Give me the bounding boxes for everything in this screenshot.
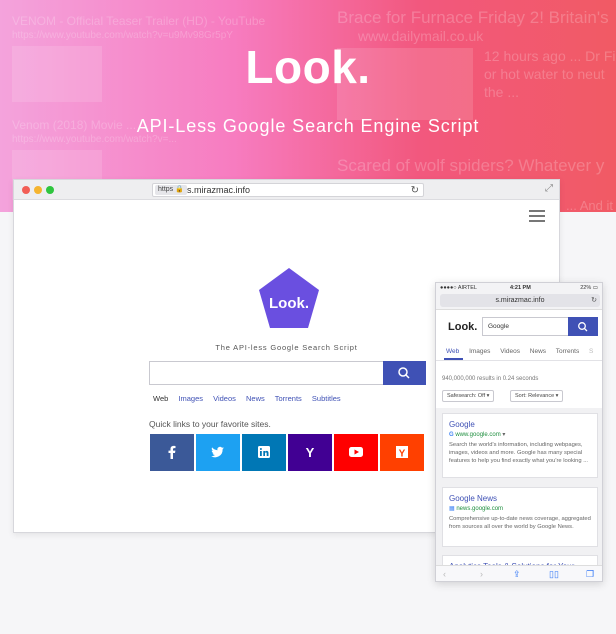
tab-images[interactable]: Images <box>178 394 203 403</box>
search-tabs: Web Images Videos News Torrents Subtitle… <box>153 394 349 403</box>
mobile-bottom-toolbar: ‹ › ⇪ ▯▯ ❐ <box>436 565 602 581</box>
close-window-button[interactable] <box>22 186 30 194</box>
youtube-icon <box>349 447 363 457</box>
quick-link-yahoo[interactable]: Y <box>288 434 332 471</box>
bookmarks-icon[interactable]: ▯▯ <box>549 569 559 580</box>
carrier-label: ●●●●○ AIRTEL <box>440 285 477 291</box>
yahoo-icon: Y <box>306 445 315 460</box>
forward-icon[interactable]: › <box>480 569 483 579</box>
safesearch-dropdown[interactable]: Safesearch: Off ▾ <box>442 390 495 402</box>
sort-dropdown[interactable]: Sort: Relevance ▾ <box>510 390 564 402</box>
mobile-address-bar: s.mirazmac.info ↻ <box>436 293 602 310</box>
quick-link-ycombinator[interactable]: Y <box>380 434 424 471</box>
battery-label: 22% ▭ <box>580 285 598 291</box>
result-url[interactable]: G www.google.com ▾ <box>449 431 505 438</box>
bg-result-title: Brace for Furnace Friday 2! Britain's <box>337 8 609 27</box>
clock: 4:21 PM <box>510 285 531 291</box>
mobile-logo[interactable]: Look. <box>448 321 477 333</box>
linkedin-icon <box>258 446 270 458</box>
tab-web[interactable]: Web <box>153 394 168 403</box>
search-icon <box>578 322 588 332</box>
svg-text:Y: Y <box>306 445 315 460</box>
browser-toolbar: https 🔒 s.mirazmac.info ↻ ⤢ <box>14 180 559 200</box>
share-icon[interactable]: ⇪ <box>513 569 521 580</box>
lock-icon: 🔒 <box>175 186 184 193</box>
caret-down-icon: ▾ <box>555 393 559 399</box>
maximize-window-button[interactable] <box>46 186 54 194</box>
reload-icon[interactable]: ↻ <box>411 184 419 197</box>
battery-icon: ▭ <box>592 285 598 291</box>
address-bar[interactable]: https 🔒 s.mirazmac.info ↻ <box>152 183 424 197</box>
svg-text:Y: Y <box>399 449 406 460</box>
tab-torrents[interactable]: Torrents <box>275 394 302 403</box>
address-text: s.mirazmac.info <box>187 185 251 195</box>
bg-result-snippet: ... And it <box>566 198 613 212</box>
tab-news[interactable]: News <box>530 348 546 355</box>
caret-down-icon: ▾ <box>486 393 490 399</box>
mobile-search-input[interactable]: Google <box>482 317 568 336</box>
result-description: Search the world's information, includin… <box>449 442 589 464</box>
mobile-search-tabs: Web Images Videos News Torrents S <box>446 348 601 355</box>
minimize-window-button[interactable] <box>34 186 42 194</box>
result-card: Google G www.google.com ▾ Search the wor… <box>442 413 598 478</box>
quick-link-facebook[interactable] <box>150 434 194 471</box>
tab-subtitles[interactable]: S <box>589 348 593 355</box>
quick-link-twitter[interactable] <box>196 434 240 471</box>
https-badge: https 🔒 <box>155 185 187 195</box>
quick-link-linkedin[interactable] <box>242 434 286 471</box>
search-icon <box>398 367 410 379</box>
tab-images[interactable]: Images <box>469 348 490 355</box>
bg-result-title: Scared of wolf spiders? Whatever y <box>337 156 605 175</box>
tab-videos[interactable]: Videos <box>500 348 520 355</box>
mobile-search-query: Google <box>488 323 509 330</box>
result-url[interactable]: ▦ news.google.com <box>449 505 503 512</box>
result-card: Google News ▦ news.google.com Comprehens… <box>442 487 598 547</box>
tab-news[interactable]: News <box>246 394 265 403</box>
reload-icon[interactable]: ↻ <box>591 294 597 307</box>
facebook-icon <box>168 445 176 459</box>
hero-subtitle: API-Less Google Search Engine Script <box>136 116 480 136</box>
tab-videos[interactable]: Videos <box>213 394 236 403</box>
divider <box>436 360 602 361</box>
ycombinator-icon: Y <box>396 446 408 460</box>
hamburger-menu-icon[interactable] <box>529 210 545 225</box>
hero-logo: Look. <box>245 41 371 93</box>
search-button[interactable] <box>383 361 426 385</box>
mobile-url-field[interactable]: s.mirazmac.info ↻ <box>440 294 600 307</box>
tab-torrents[interactable]: Torrents <box>556 348 579 355</box>
mobile-search-button[interactable] <box>568 317 598 336</box>
google-favicon-icon: G <box>449 432 454 438</box>
back-icon[interactable]: ‹ <box>443 569 446 579</box>
bg-result-title: VENOM - Official Teaser Trailer (HD) - Y… <box>12 14 266 28</box>
status-bar: ●●●●○ AIRTEL 4:21 PM 22% ▭ <box>436 283 602 293</box>
tab-subtitles[interactable]: Subtitles <box>312 394 341 403</box>
look-logo: Look. <box>259 268 319 328</box>
mobile-phone-mockup: ●●●●○ AIRTEL 4:21 PM 22% ▭ s.mirazmac.in… <box>435 282 603 582</box>
tabs-icon[interactable]: ❐ <box>586 569 594 580</box>
caret-down-icon: ▾ <box>502 432 506 438</box>
tab-web[interactable]: Web <box>446 348 459 355</box>
quick-link-youtube[interactable] <box>334 434 378 471</box>
quick-links-title: Quick links to your favorite sites. <box>149 419 271 429</box>
result-count: 940,000,000 results in 0.24 seconds <box>442 376 539 382</box>
result-description: Comprehensive up-to-date news coverage, … <box>449 516 591 530</box>
logo-text: Look. <box>269 295 309 312</box>
result-title-link[interactable]: Google <box>449 420 475 429</box>
twitter-icon <box>211 446 224 458</box>
news-favicon-icon: ▦ <box>449 506 455 512</box>
expand-icon[interactable]: ⤢ <box>545 183 553 194</box>
result-title-link[interactable]: Google News <box>449 494 497 503</box>
mobile-url-text: s.mirazmac.info <box>495 297 545 304</box>
